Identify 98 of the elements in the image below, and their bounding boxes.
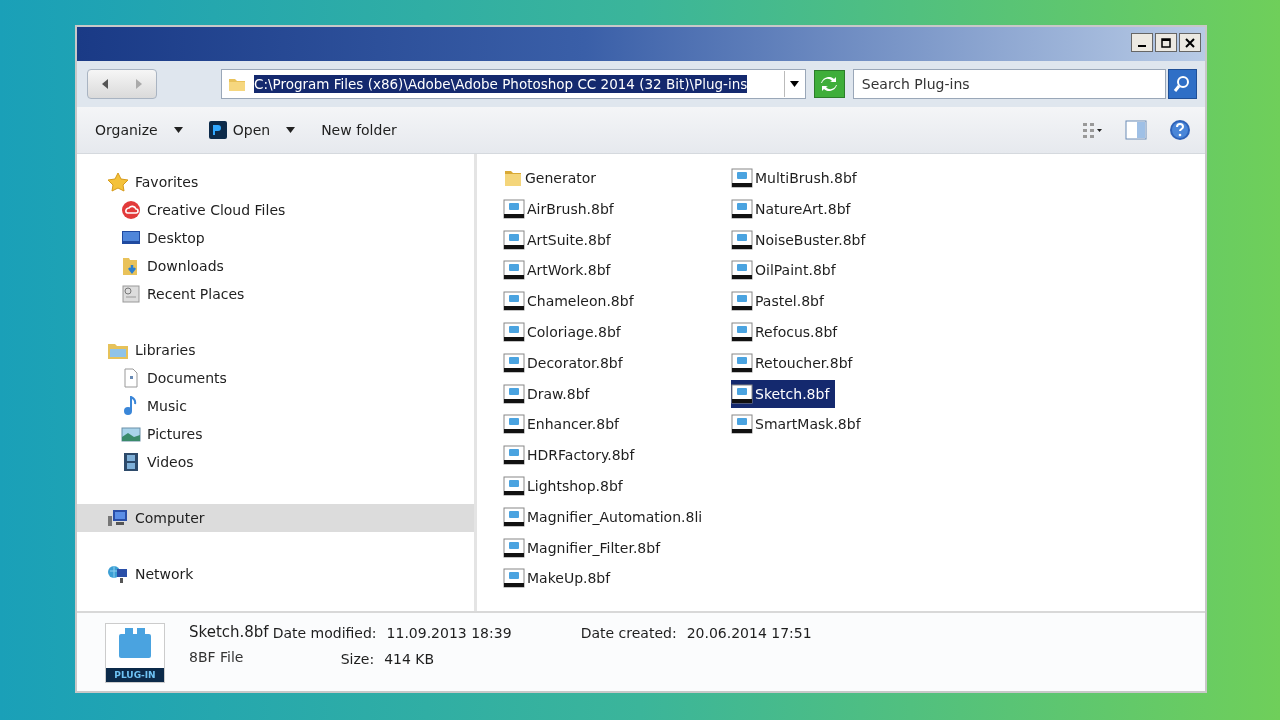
plugin-file-icon bbox=[731, 383, 753, 404]
close-button[interactable] bbox=[1179, 33, 1201, 52]
plugin-file-icon bbox=[503, 537, 525, 558]
file-item[interactable]: NoiseBuster.8bf bbox=[731, 225, 872, 254]
file-item[interactable]: OilPaint.8bf bbox=[731, 256, 842, 285]
plugin-file-icon bbox=[503, 445, 525, 466]
plugin-file-icon bbox=[503, 352, 525, 373]
caret-icon bbox=[286, 127, 296, 133]
recent-places-icon bbox=[121, 284, 141, 304]
minimize-icon bbox=[1138, 45, 1146, 47]
network-icon bbox=[107, 564, 129, 584]
file-item[interactable]: Enhancer.8bf bbox=[503, 410, 625, 439]
plugin-file-icon bbox=[503, 291, 525, 312]
cloud-icon bbox=[121, 200, 141, 220]
file-item[interactable]: Magnifier_Automation.8li bbox=[503, 502, 709, 531]
file-item[interactable]: Magnifier_Filter.8bf bbox=[503, 533, 667, 562]
caret-icon bbox=[790, 81, 800, 87]
plugin-file-icon bbox=[503, 568, 525, 589]
file-item[interactable]: Chameleon.8bf bbox=[503, 287, 640, 316]
address-field[interactable]: C:\Program Files (x86)\Adobe\Adobe Photoshop CC 2014 (32 Bit)\Plug-ins bbox=[221, 69, 806, 99]
property-label: Date created: bbox=[580, 625, 677, 643]
search-button[interactable] bbox=[1168, 69, 1197, 99]
file-item[interactable]: NatureArt.8bf bbox=[731, 194, 857, 223]
toolbar-button[interactable]: New folder bbox=[315, 118, 403, 142]
plugin-file-icon bbox=[503, 322, 525, 342]
plugin-file-icon bbox=[503, 198, 525, 219]
plugin-file-icon bbox=[731, 229, 753, 250]
nav-item[interactable]: Pictures bbox=[77, 420, 474, 448]
plugin-file-icon bbox=[731, 322, 753, 342]
maximize-button[interactable] bbox=[1155, 33, 1177, 52]
file-item[interactable]: ArtSuite.8bf bbox=[503, 225, 617, 254]
search-icon bbox=[1173, 75, 1192, 93]
refresh-arrows-icon bbox=[820, 77, 839, 91]
view-grid-icon bbox=[1081, 121, 1103, 139]
computer-icon bbox=[107, 508, 129, 528]
refresh-button[interactable] bbox=[813, 70, 845, 98]
minimize-button[interactable] bbox=[1131, 33, 1153, 52]
file-item[interactable]: Generator bbox=[503, 164, 603, 192]
property-label: Date modified: bbox=[272, 625, 377, 643]
toolbar-button[interactable]: Open bbox=[202, 117, 302, 143]
address-path: C:\Program Files (x86)\Adobe\Adobe Photoshop CC 2014 (32 Bit)\Plug-ins bbox=[254, 75, 748, 93]
plugin-file-icon bbox=[731, 260, 753, 281]
plugin-file-icon bbox=[731, 291, 753, 312]
file-item[interactable]: Decorator.8bf bbox=[503, 348, 629, 377]
nav-item[interactable]: Favorites bbox=[77, 168, 474, 196]
file-item[interactable]: AirBrush.8bf bbox=[503, 194, 620, 223]
plugin-file-icon bbox=[731, 168, 753, 188]
picture-icon bbox=[121, 424, 141, 444]
plugin-file-icon bbox=[731, 414, 753, 435]
plugin-file-icon bbox=[503, 506, 525, 527]
file-item[interactable]: Coloriage.8bf bbox=[503, 318, 627, 346]
nav-item[interactable]: Computer bbox=[77, 504, 474, 532]
nav-item[interactable]: Desktop bbox=[77, 224, 474, 252]
pane-icon bbox=[1125, 120, 1147, 140]
file-item[interactable]: ArtWork.8bf bbox=[503, 256, 617, 285]
file-item[interactable]: MakeUp.8bf bbox=[503, 564, 617, 593]
film-icon bbox=[121, 452, 141, 472]
plugin-file-icon bbox=[503, 260, 525, 281]
plugin-file-icon: PLUG-IN bbox=[105, 623, 165, 683]
caret-icon bbox=[173, 127, 183, 133]
maximize-icon bbox=[1161, 37, 1171, 48]
file-item[interactable]: Refocus.8bf bbox=[731, 318, 844, 346]
nav-item[interactable]: Creative Cloud Files bbox=[77, 196, 474, 224]
property-label: Size: bbox=[340, 651, 375, 669]
property-value: 414 KB bbox=[384, 651, 435, 669]
plugin-file-icon bbox=[731, 352, 753, 373]
nav-item[interactable]: Videos bbox=[77, 448, 474, 476]
file-item[interactable]: SmartMask.8bf bbox=[731, 410, 867, 439]
nav-item[interactable]: Documents bbox=[77, 364, 474, 392]
file-item[interactable]: Pastel.8bf bbox=[731, 287, 830, 316]
nav-item[interactable]: Recent Places bbox=[77, 280, 474, 308]
document-icon bbox=[121, 368, 141, 388]
file-item[interactable]: Sketch.8bf bbox=[731, 379, 836, 408]
plugin-file-icon bbox=[731, 198, 753, 219]
nav-item[interactable]: Downloads bbox=[77, 252, 474, 280]
toolbar-button[interactable]: Organize bbox=[89, 118, 189, 142]
file-item[interactable]: Draw.8bf bbox=[503, 379, 596, 408]
plugin-file-icon bbox=[503, 414, 525, 435]
plugin-file-icon bbox=[503, 475, 525, 496]
property-value: 20.06.2014 17:51 bbox=[686, 625, 812, 643]
search-field[interactable]: Search Plug-ins bbox=[852, 69, 1166, 99]
nav-item[interactable]: Libraries bbox=[77, 336, 474, 364]
file-type: 8BF File bbox=[189, 649, 245, 665]
star-icon bbox=[107, 172, 129, 192]
app-icon bbox=[208, 121, 227, 139]
file-item[interactable]: Retoucher.8bf bbox=[731, 348, 859, 377]
help-icon bbox=[1169, 119, 1191, 141]
file-item[interactable]: Lightshop.8bf bbox=[503, 471, 629, 500]
close-icon bbox=[1185, 37, 1195, 48]
file-item[interactable]: MultiBrush.8bf bbox=[731, 164, 863, 192]
plugin-file-icon bbox=[503, 383, 525, 404]
property-value: 11.09.2013 18:39 bbox=[386, 625, 512, 643]
folder-icon bbox=[503, 168, 523, 188]
plugin-file-icon bbox=[503, 229, 525, 250]
nav-item[interactable]: Music bbox=[77, 392, 474, 420]
nav-item[interactable]: Network bbox=[77, 560, 474, 588]
file-item[interactable]: HDRFactory.8bf bbox=[503, 441, 641, 470]
file-name: Sketch.8bf bbox=[189, 623, 269, 641]
